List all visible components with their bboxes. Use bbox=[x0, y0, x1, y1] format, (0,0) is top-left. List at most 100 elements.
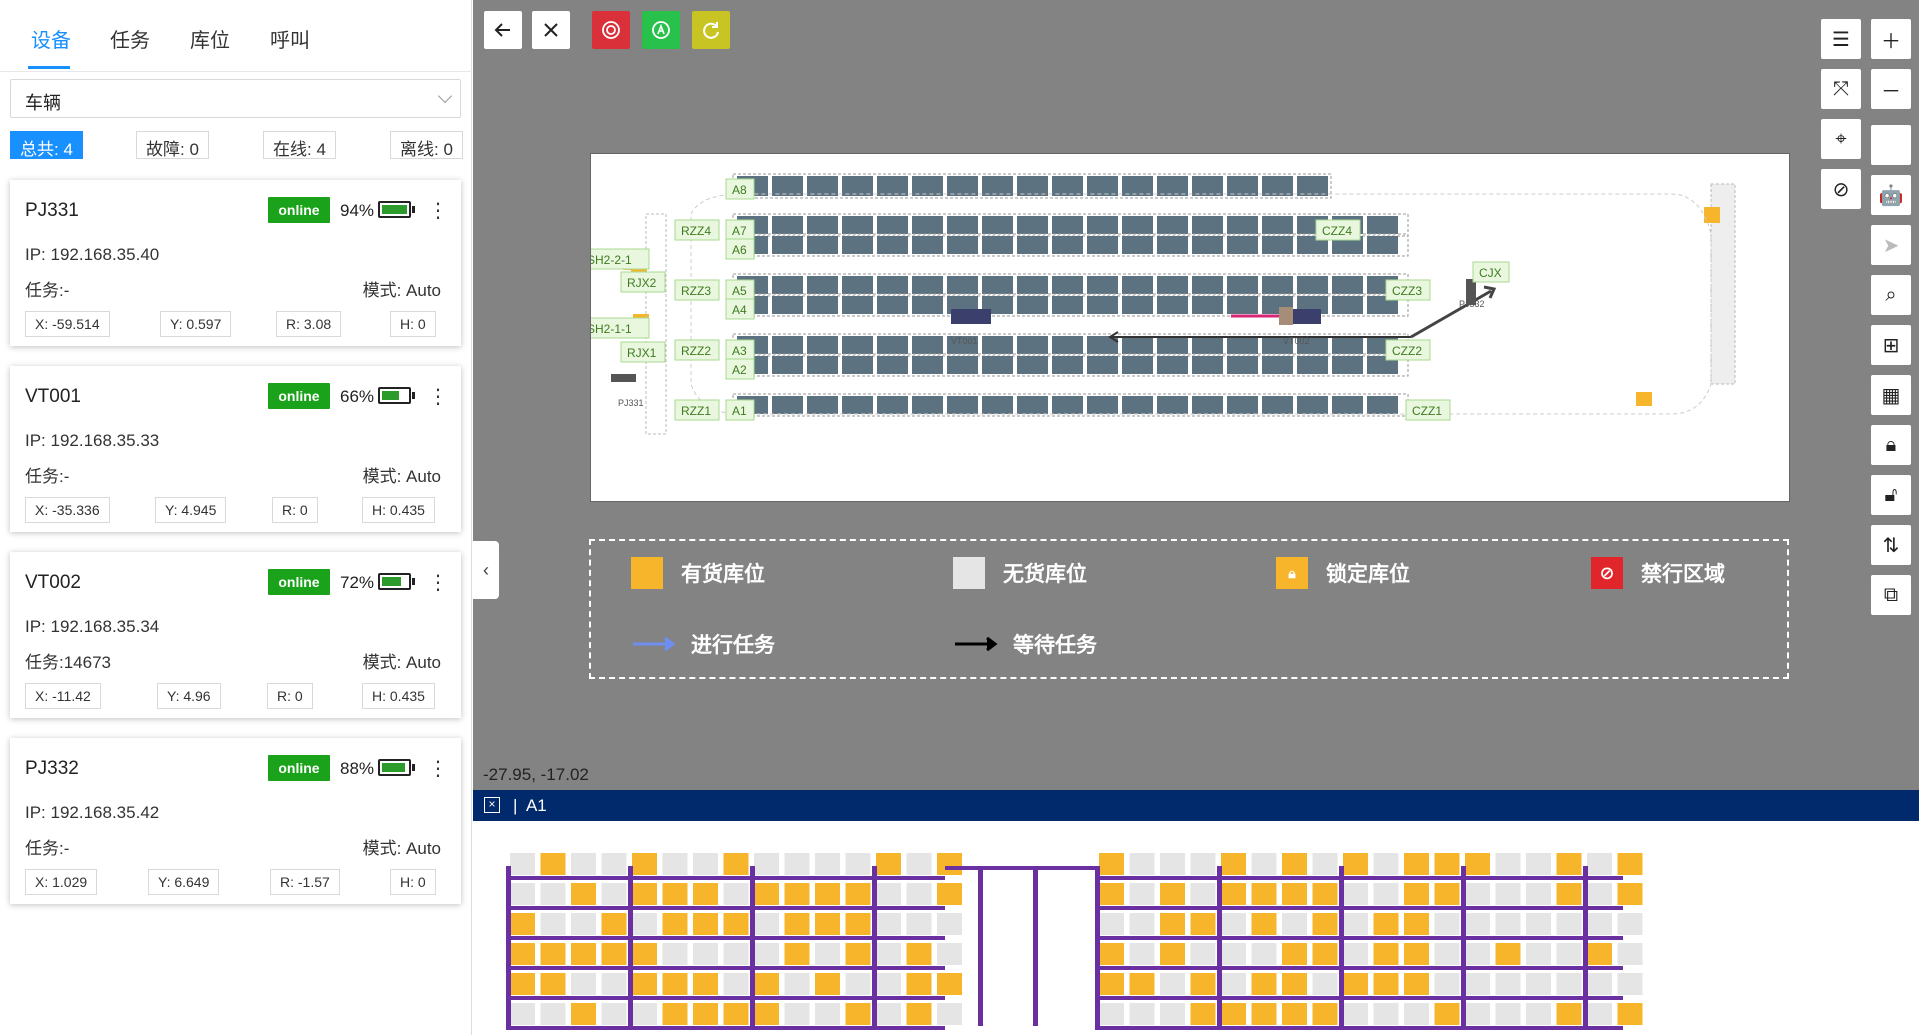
rack-post bbox=[1583, 866, 1588, 1026]
shelf-slot bbox=[1017, 296, 1048, 314]
refresh-button[interactable] bbox=[692, 11, 730, 49]
zone-label: CZZ4 bbox=[1322, 224, 1352, 238]
rack-slot bbox=[723, 1003, 749, 1025]
locate-button[interactable]: ⌖ bbox=[1821, 119, 1861, 159]
rack-slot bbox=[1556, 883, 1582, 905]
rack-slot bbox=[1526, 913, 1551, 935]
shelf-slot bbox=[1052, 276, 1083, 294]
close-icon[interactable]: × bbox=[484, 797, 500, 813]
robot-button[interactable]: 🤖 bbox=[1871, 175, 1911, 215]
send-button[interactable]: ➤ bbox=[1871, 225, 1911, 265]
shelf-slot bbox=[912, 276, 943, 294]
shelf-slot bbox=[807, 356, 838, 374]
more-menu-icon[interactable]: ⋮ bbox=[428, 384, 448, 409]
warehouse-map[interactable]: VT001 VT002 PJ331 PJ332 A8 A7 A6 A5 A4 A3 A2 A1 RZZ4… bbox=[580, 153, 1790, 502]
stat-total-button[interactable]: 总共: 4 bbox=[10, 131, 83, 159]
shelf-slot bbox=[1017, 216, 1048, 234]
rack-slot bbox=[662, 943, 688, 965]
auto-mode-button[interactable] bbox=[642, 11, 680, 49]
rack-slot bbox=[845, 943, 871, 965]
shelf-slot bbox=[877, 296, 908, 314]
rack-slot bbox=[876, 1003, 901, 1025]
search-button[interactable]: ⌕ bbox=[1871, 275, 1911, 315]
more-menu-icon[interactable]: ⋮ bbox=[428, 756, 448, 781]
emergency-stop-button[interactable] bbox=[592, 11, 630, 49]
coord-y: Y: 6.649 bbox=[148, 869, 220, 895]
layers-button[interactable]: ⧉ bbox=[1871, 575, 1911, 615]
rack-slot bbox=[1526, 943, 1551, 965]
rack-slot bbox=[1160, 883, 1185, 905]
back-button[interactable] bbox=[484, 11, 522, 49]
tab-devices[interactable]: 设备 bbox=[31, 24, 71, 53]
unlock-button[interactable]: 🔓︎ bbox=[1871, 475, 1911, 515]
list-icon: ☰ bbox=[1832, 28, 1850, 51]
shelf-slot bbox=[1262, 396, 1293, 414]
more-menu-icon[interactable]: ⋮ bbox=[428, 198, 448, 223]
list-button[interactable]: ☰ bbox=[1821, 19, 1861, 59]
blank-button[interactable] bbox=[1871, 125, 1911, 165]
rack-slot bbox=[1312, 883, 1338, 905]
tab-locations[interactable]: 库位 bbox=[190, 24, 230, 53]
stat-offline-button[interactable]: 离线: 0 bbox=[390, 131, 463, 159]
shelf-slot bbox=[1122, 396, 1153, 414]
rack-slot bbox=[876, 943, 901, 965]
zone-label: A1 bbox=[732, 404, 747, 418]
rack-slot bbox=[1526, 853, 1551, 875]
collapse-panel-button[interactable]: ‹ bbox=[473, 541, 499, 599]
device-type-select[interactable]: 车辆 bbox=[10, 79, 461, 118]
shelf-slot bbox=[877, 396, 908, 414]
fit-view-button[interactable]: ⤧ bbox=[1821, 69, 1861, 109]
rack-slot bbox=[1556, 973, 1582, 995]
crosshair-icon: ⌖ bbox=[1835, 127, 1847, 150]
more-menu-icon[interactable]: ⋮ bbox=[428, 570, 448, 595]
rack-slot bbox=[662, 913, 688, 935]
zoom-in-button[interactable]: ＋ bbox=[1871, 19, 1911, 59]
rack-detail-panel: × | A1 bbox=[473, 790, 1919, 1035]
zoom-out-button[interactable]: － bbox=[1871, 69, 1911, 109]
legend-empty: 无货库位 bbox=[953, 557, 1087, 589]
forbidden-icon: ⊘ bbox=[1591, 557, 1623, 589]
shelf-slot bbox=[912, 396, 943, 414]
shelf-slot bbox=[912, 336, 943, 354]
rack-slot bbox=[510, 943, 535, 965]
device-card[interactable]: PJ331 online 94% ⋮ IP: 192.168.35.40 任务:… bbox=[10, 180, 461, 346]
rack-slot bbox=[1495, 913, 1521, 935]
rack-slot bbox=[1587, 913, 1612, 935]
rack-slot bbox=[1221, 913, 1246, 935]
rack-slot bbox=[601, 973, 627, 995]
rack-slot bbox=[1099, 853, 1124, 875]
rack-slot bbox=[754, 973, 779, 995]
device-card[interactable]: VT002 online 72% ⋮ IP: 192.168.35.34 任务:… bbox=[10, 552, 461, 718]
add-grid-button[interactable]: ⊞ bbox=[1871, 325, 1911, 365]
rack-slot bbox=[1495, 853, 1521, 875]
lock-button[interactable]: 🔒︎ bbox=[1871, 425, 1911, 465]
rack-slot bbox=[540, 883, 566, 905]
map-view[interactable]: ☰ ＋ ⤧ － ⌖ ⊘ 🤖 ➤ ⌕ ⊞ ▦ 🔒︎ 🔓︎ ⇅ ⧉ ‹ VT001 V… bbox=[473, 0, 1919, 790]
close-button[interactable] bbox=[532, 11, 570, 49]
stat-fault-button[interactable]: 故障: 0 bbox=[136, 131, 209, 159]
tab-tasks[interactable]: 任务 bbox=[110, 24, 150, 53]
rack-post bbox=[1461, 866, 1466, 1026]
device-card[interactable]: PJ332 online 88% ⋮ IP: 192.168.35.42 任务:… bbox=[10, 738, 461, 904]
rack-slot bbox=[1434, 973, 1460, 995]
shelf-slot bbox=[1332, 296, 1363, 314]
grid-button[interactable]: ▦ bbox=[1871, 375, 1911, 415]
stat-online-button[interactable]: 在线: 4 bbox=[263, 131, 336, 159]
rack-slot bbox=[1526, 973, 1551, 995]
shelf-slot bbox=[842, 216, 873, 234]
rack-post bbox=[872, 866, 877, 1026]
layers-icon: ⧉ bbox=[1883, 583, 1899, 606]
shelf-slot bbox=[912, 296, 943, 314]
tab-calls[interactable]: 呼叫 bbox=[270, 24, 310, 53]
shelf-slot bbox=[772, 176, 803, 196]
rack-slot bbox=[540, 973, 566, 995]
rack-slot bbox=[754, 1003, 779, 1025]
crosshair-off-icon: ⊘ bbox=[1832, 178, 1850, 201]
rack-slot bbox=[1434, 943, 1460, 965]
shelf-slot bbox=[1332, 336, 1363, 354]
device-card[interactable]: VT001 online 66% ⋮ IP: 192.168.35.33 任务:… bbox=[10, 366, 461, 532]
rack-slot bbox=[1282, 1003, 1307, 1025]
route-button[interactable]: ⇅ bbox=[1871, 525, 1911, 565]
device-ip: IP: 192.168.35.34 bbox=[25, 617, 160, 636]
locate-off-button[interactable]: ⊘ bbox=[1821, 169, 1861, 209]
